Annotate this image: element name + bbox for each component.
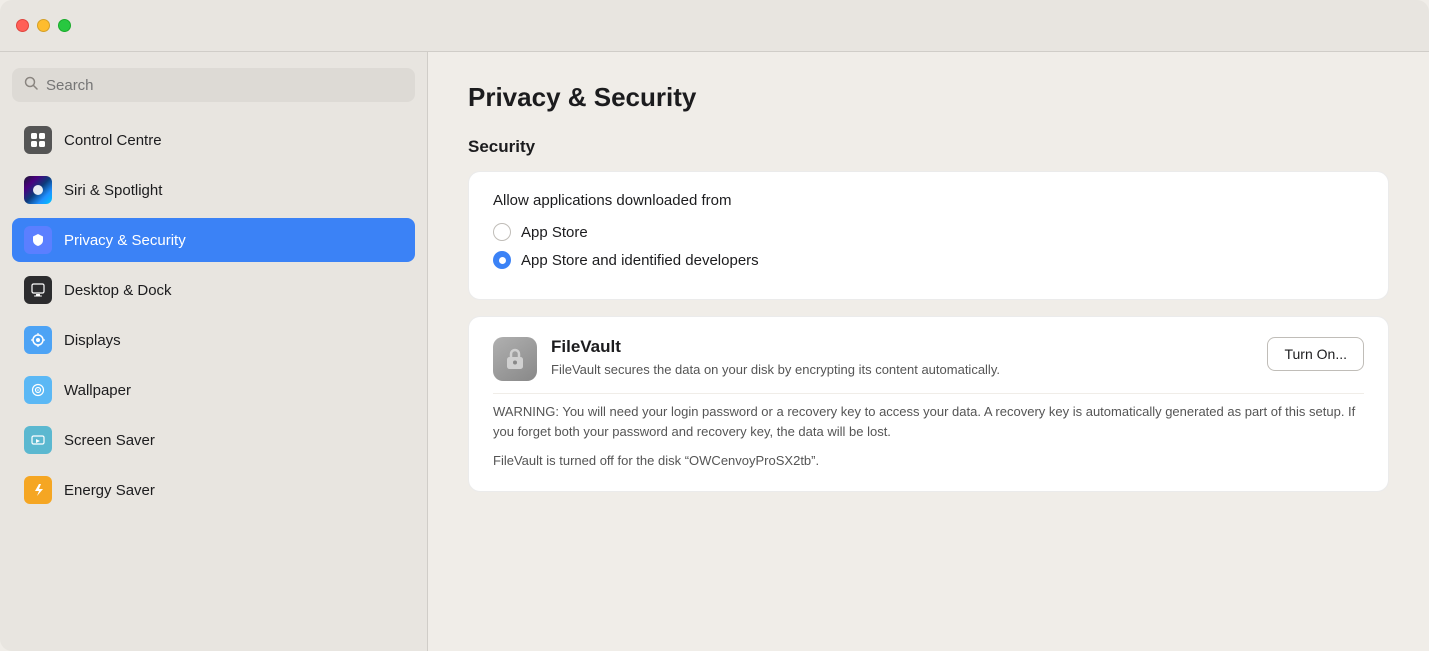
sidebar-item-label: Wallpaper [64,382,131,399]
turn-on-button[interactable]: Turn On... [1267,337,1364,371]
sidebar-item-control-centre[interactable]: Control Centre [12,118,415,162]
radio-app-store[interactable] [493,223,511,241]
sidebar-item-label: Control Centre [64,132,162,149]
sidebar-item-siri-spotlight[interactable]: Siri & Spotlight [12,168,415,212]
radio-app-store-label: App Store [521,224,588,241]
filevault-status: FileVault is turned off for the disk “OW… [493,451,1364,471]
allow-from-label: Allow applications downloaded from [493,192,1364,209]
radio-app-store-devs-label: App Store and identified developers [521,252,759,269]
allow-from-card: Allow applications downloaded from App S… [468,171,1389,300]
traffic-lights [16,19,71,32]
main-window: Control Centre Siri & Spotlight Privacy … [0,0,1429,651]
minimize-button[interactable] [37,19,50,32]
radio-option-app-store[interactable]: App Store [493,223,1364,241]
sidebar-item-label: Displays [64,332,121,349]
security-section-title: Security [468,137,1389,157]
maximize-button[interactable] [58,19,71,32]
screensaver-icon [24,426,52,454]
sidebar-item-label: Energy Saver [64,482,155,499]
search-input[interactable] [46,77,403,94]
search-bar[interactable] [12,68,415,102]
wallpaper-icon [24,376,52,404]
page-title: Privacy & Security [468,82,1389,113]
sidebar-item-wallpaper[interactable]: Wallpaper [12,368,415,412]
sidebar-item-screen-saver[interactable]: Screen Saver [12,418,415,462]
radio-option-app-store-devs[interactable]: App Store and identified developers [493,251,1364,269]
main-layout: Control Centre Siri & Spotlight Privacy … [0,52,1429,651]
filevault-card: FileVault FileVault secures the data on … [468,316,1389,492]
sidebar-item-energy-saver[interactable]: Energy Saver [12,468,415,512]
filevault-warning: WARNING: You will need your login passwo… [493,393,1364,441]
energy-icon [24,476,52,504]
desktop-icon [24,276,52,304]
privacy-icon [24,226,52,254]
content-area: Privacy & Security Security Allow applic… [428,52,1429,651]
filevault-description: FileVault secures the data on your disk … [551,361,1000,379]
filevault-icon [493,337,537,381]
sidebar-item-label: Privacy & Security [64,232,186,249]
close-button[interactable] [16,19,29,32]
sidebar-item-privacy-security[interactable]: Privacy & Security [12,218,415,262]
filevault-left: FileVault FileVault secures the data on … [493,337,1000,381]
filevault-title: FileVault [551,337,1000,357]
sidebar-item-desktop-dock[interactable]: Desktop & Dock [12,268,415,312]
sidebar-item-label: Desktop & Dock [64,282,172,299]
sidebar: Control Centre Siri & Spotlight Privacy … [0,52,428,651]
filevault-info: FileVault FileVault secures the data on … [551,337,1000,379]
siri-icon [24,176,52,204]
search-icon [24,76,38,94]
radio-app-store-devs[interactable] [493,251,511,269]
control-centre-icon [24,126,52,154]
filevault-header: FileVault FileVault secures the data on … [493,337,1364,381]
sidebar-item-label: Screen Saver [64,432,155,449]
sidebar-item-displays[interactable]: Displays [12,318,415,362]
displays-icon [24,326,52,354]
title-bar [0,0,1429,52]
sidebar-item-label: Siri & Spotlight [64,182,162,199]
